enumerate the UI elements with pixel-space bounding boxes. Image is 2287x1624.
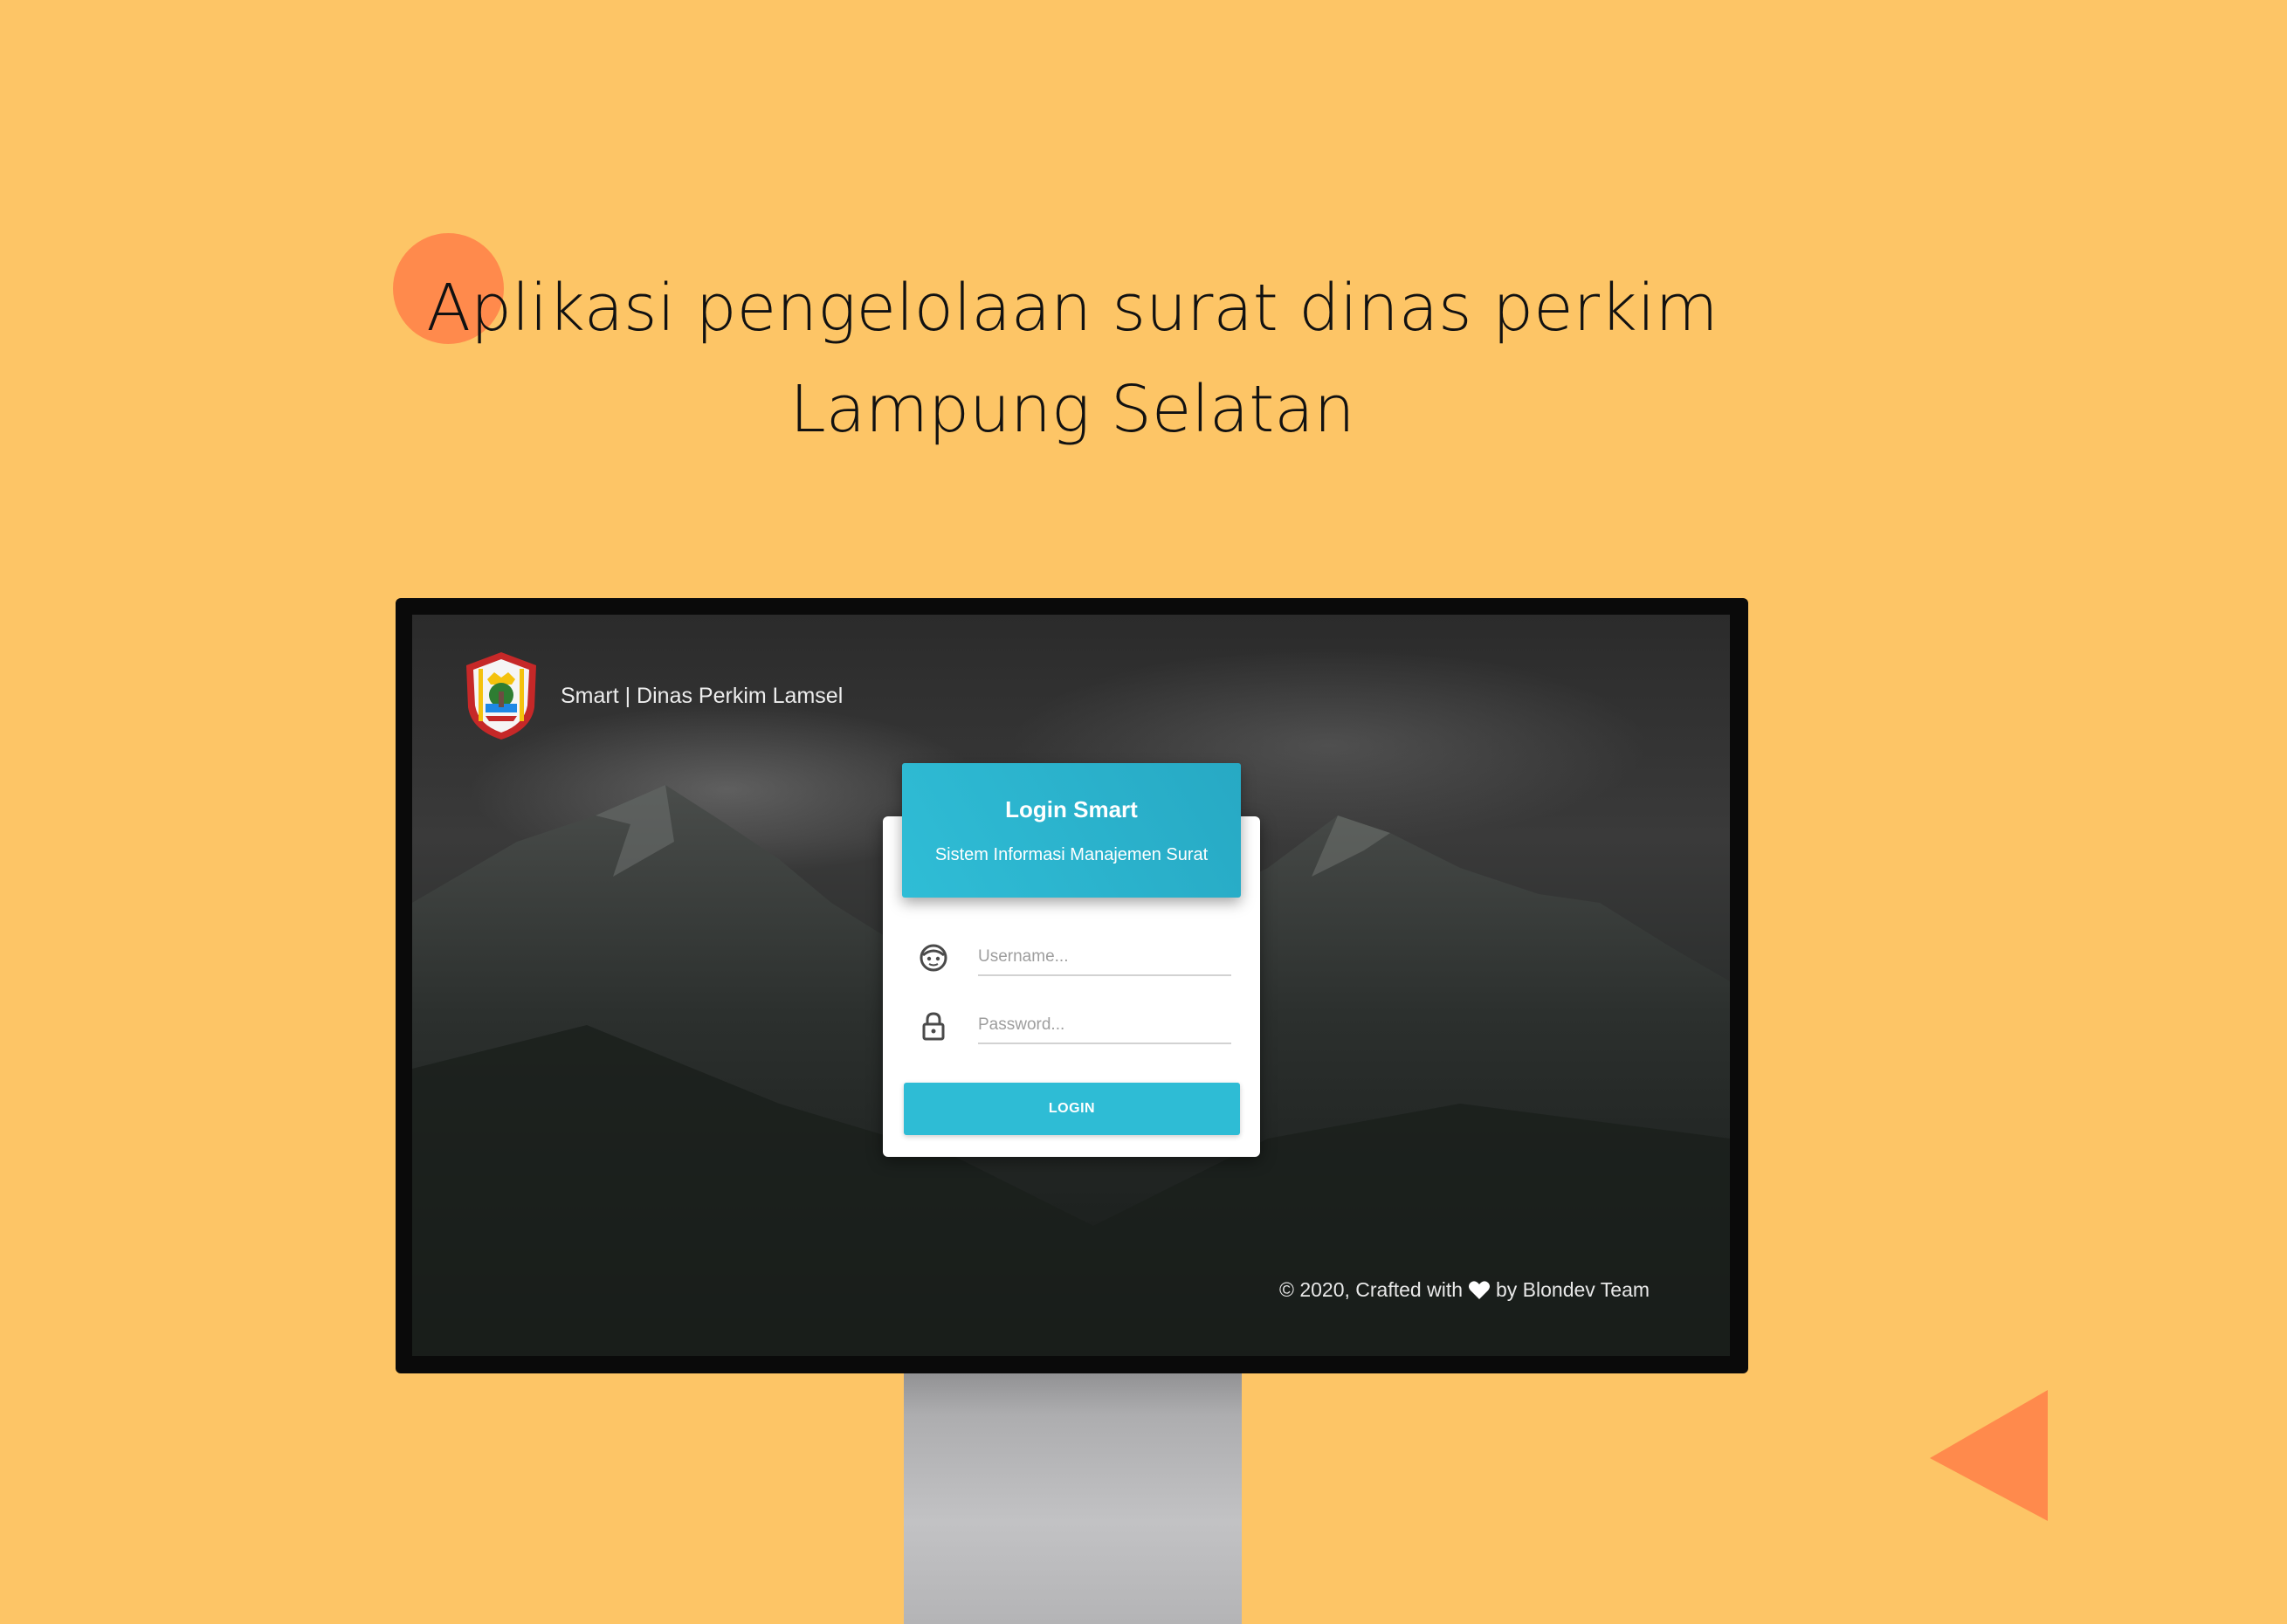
footer-prefix: © 2020, Crafted with — [1279, 1278, 1463, 1301]
username-field — [913, 932, 1231, 984]
login-subtitle: Sistem Informasi Manajemen Surat — [934, 845, 1209, 864]
app-brand-title: Smart | Dinas Perkim Lamsel — [561, 683, 844, 708]
headline-line-1: Aplikasi pengelolaan surat dinas perkim — [426, 271, 1719, 346]
login-card-header: Login Smart Sistem Informasi Manajemen S… — [902, 763, 1241, 898]
lampung-selatan-emblem-icon — [466, 652, 536, 740]
login-title: Login Smart — [1005, 796, 1138, 822]
username-input[interactable] — [978, 939, 1231, 976]
heart-icon — [1469, 1280, 1490, 1299]
login-button[interactable]: LOGIN — [904, 1083, 1240, 1135]
password-input[interactable] — [978, 1008, 1231, 1044]
page-headline: Aplikasi pengelolaan surat dinas perkim … — [332, 258, 1813, 460]
lock-icon — [922, 1012, 945, 1041]
monitor-stand — [904, 1369, 1242, 1624]
footer-suffix: by Blondev Team — [1496, 1278, 1650, 1301]
headline-line-2: Lampung Selatan — [789, 372, 1355, 447]
app-brand: Smart | Dinas Perkim Lamsel — [461, 650, 843, 742]
password-field — [913, 1000, 1231, 1052]
monitor-bezel: Smart | Dinas Perkim Lamsel Login Smart … — [396, 598, 1748, 1373]
decorative-triangle — [1930, 1390, 2048, 1521]
face-icon — [920, 944, 947, 972]
monitor-screen: Smart | Dinas Perkim Lamsel Login Smart … — [412, 615, 1730, 1356]
footer-credit: © 2020, Crafted with by Blondev Team — [1279, 1278, 1650, 1302]
